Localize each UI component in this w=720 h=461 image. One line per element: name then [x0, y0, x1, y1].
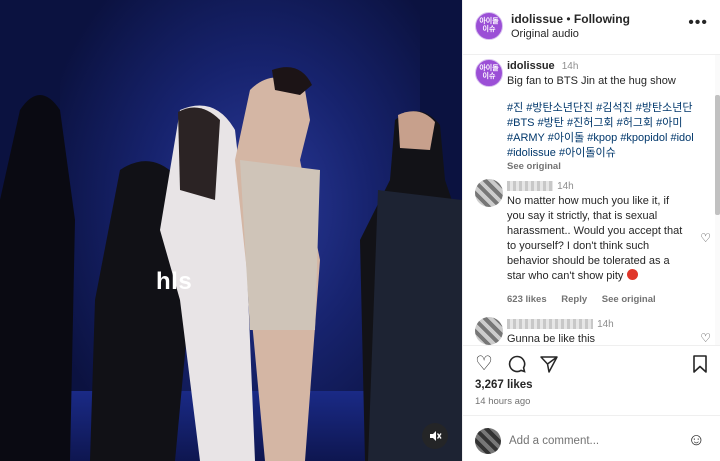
- like-comment-heart-icon[interactable]: ♡: [700, 331, 711, 345]
- video-watermark: hls: [156, 268, 193, 295]
- caption-username[interactable]: idolissue: [507, 60, 555, 72]
- post-caption: 아이돌 이슈 idolissue 14h Big fan to BTS Jin …: [475, 59, 707, 173]
- bookmark-glyph: [693, 355, 707, 373]
- share-send-icon[interactable]: [539, 354, 559, 378]
- following-button[interactable]: Following: [574, 12, 630, 26]
- author-username[interactable]: idolissue: [511, 12, 563, 26]
- post-actions: ♡ 3,267 likes 14 hours ago: [463, 345, 720, 415]
- commenter-avatar[interactable]: [475, 317, 503, 345]
- scrollbar-thumb[interactable]: [715, 95, 720, 215]
- post-video[interactable]: hls: [0, 0, 462, 461]
- comment-text-content: No matter how much you like it, if you s…: [507, 195, 683, 282]
- more-options-icon[interactable]: •••: [688, 14, 708, 32]
- speaker-muted-glyph: [430, 431, 442, 441]
- comment-item: 14h Gunna be like this ♡: [475, 317, 711, 345]
- add-comment-bar: ☺: [463, 415, 720, 461]
- send-plane-glyph: [540, 356, 558, 373]
- comment-body: 14h No matter how much you like it, if y…: [507, 179, 685, 307]
- comment-reply-button[interactable]: Reply: [561, 294, 587, 305]
- caption-body: idolissue 14h Big fan to BTS Jin at the …: [507, 59, 707, 173]
- comment-bubble-glyph: [508, 355, 526, 373]
- comment-age[interactable]: 14h: [557, 181, 574, 192]
- caption-avatar[interactable]: 아이돌 이슈: [475, 59, 503, 87]
- post-likes-count[interactable]: 3,267 likes: [475, 379, 533, 391]
- author-avatar[interactable]: 아이돌 이슈: [475, 12, 503, 40]
- comment-item: 14h No matter how much you like it, if y…: [475, 179, 711, 307]
- comments-scrollbar[interactable]: [715, 55, 720, 345]
- like-comment-heart-icon[interactable]: ♡: [700, 231, 711, 245]
- comment-see-original[interactable]: See original: [602, 294, 656, 305]
- commenter-avatar[interactable]: [475, 179, 503, 207]
- save-bookmark-icon[interactable]: [691, 354, 709, 378]
- like-heart-icon[interactable]: ♡: [475, 354, 493, 374]
- caption-text: Big fan to BTS Jin at the hug show: [507, 75, 676, 87]
- comment-actions: 623 likes Reply See original: [507, 292, 685, 307]
- audio-link[interactable]: Original audio: [511, 28, 579, 40]
- video-frame-illustration: [0, 67, 462, 461]
- comment-icon[interactable]: [507, 354, 527, 378]
- add-comment-input[interactable]: [509, 433, 669, 449]
- speaker-muted-icon[interactable]: [422, 423, 448, 449]
- comment-text: No matter how much you like it, if you s…: [507, 194, 685, 284]
- caption-age[interactable]: 14h: [562, 61, 579, 72]
- post-timestamp[interactable]: 14 hours ago: [475, 396, 530, 407]
- commenter-username-blurred[interactable]: [507, 181, 553, 192]
- comment-age[interactable]: 14h: [597, 319, 614, 330]
- author-line: idolissue • Following: [511, 12, 630, 26]
- caption-see-original[interactable]: See original: [507, 161, 707, 173]
- comments-scroll-area[interactable]: 아이돌 이슈 idolissue 14h Big fan to BTS Jin …: [463, 55, 720, 345]
- post-header: 아이돌 이슈 idolissue • Following Original au…: [463, 0, 720, 55]
- commenter-username-blurred[interactable]: [507, 319, 593, 330]
- comment-body: 14h Gunna be like this: [507, 317, 685, 345]
- caption-hashtags[interactable]: #진 #방탄소년단진 #김석진 #방탄소년단 #BTS #방탄 #진허그회 #허…: [507, 101, 707, 161]
- angry-emoji-icon: [626, 269, 638, 280]
- current-user-avatar: [475, 428, 501, 454]
- comment-text: Gunna be like this: [507, 333, 596, 345]
- post-side-panel: 아이돌 이슈 idolissue • Following Original au…: [462, 0, 720, 461]
- separator-dot: •: [566, 12, 571, 26]
- comment-likes[interactable]: 623 likes: [507, 294, 547, 305]
- emoji-picker-icon[interactable]: ☺: [688, 430, 705, 450]
